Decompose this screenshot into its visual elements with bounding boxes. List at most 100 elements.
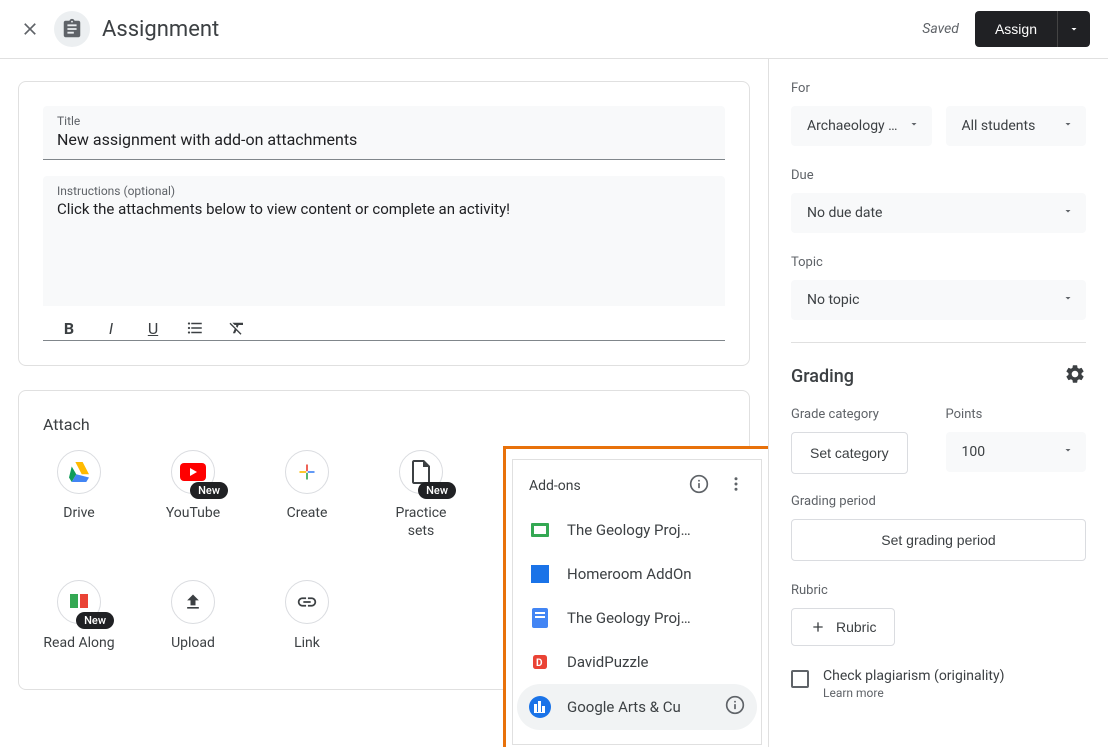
assignment-icon <box>54 11 90 47</box>
addon-item[interactable]: The Geology Proj… <box>513 508 761 552</box>
grading-period-label: Grading period <box>791 494 1086 509</box>
addon-name: The Geology Proj… <box>567 609 691 627</box>
plagiarism-label: Check plagiarism (originality) <box>823 668 1004 684</box>
set-category-button[interactable]: Set category <box>791 432 908 474</box>
addon-item[interactable]: The Geology Proj… <box>513 596 761 640</box>
read-along-icon: New <box>57 580 101 624</box>
new-badge: New <box>418 482 456 499</box>
link-icon <box>285 580 329 624</box>
more-icon[interactable] <box>727 475 745 497</box>
left-panel: Title New assignment with add-on attachm… <box>0 59 768 747</box>
attach-label-text: Create <box>287 504 328 522</box>
attach-label-text: Drive <box>63 504 94 522</box>
rubric-label: Rubric <box>791 583 1086 598</box>
bullet-list-button[interactable] <box>183 316 207 340</box>
addon-app-icon <box>529 607 551 629</box>
topic-value: No topic <box>807 292 859 308</box>
addon-name: DavidPuzzle <box>567 653 648 671</box>
addons-title: Add-ons <box>529 478 581 494</box>
attach-label-text: Read Along <box>43 634 114 652</box>
attach-read-along[interactable]: New Read Along <box>43 580 115 652</box>
italic-button[interactable]: I <box>99 316 123 340</box>
class-select[interactable]: Archaeology … <box>791 106 932 146</box>
instructions-label: Instructions (optional) <box>57 184 711 198</box>
caret-down-icon <box>908 118 920 134</box>
topic-label: Topic <box>791 255 1086 270</box>
attach-label-text: Link <box>294 634 320 652</box>
points-label: Points <box>946 407 1087 422</box>
topic-select[interactable]: No topic <box>791 280 1086 320</box>
attach-youtube[interactable]: New YouTube <box>157 450 229 540</box>
underline-button[interactable]: U <box>141 316 165 340</box>
svg-text:D: D <box>536 658 543 669</box>
attach-label-text: YouTube <box>166 504 220 522</box>
title-value: New assignment with add-on attachments <box>57 130 711 149</box>
addon-app-icon <box>529 563 551 585</box>
students-select[interactable]: All students <box>946 106 1087 146</box>
title-field[interactable]: Title New assignment with add-on attachm… <box>43 106 725 160</box>
caret-down-icon <box>1062 118 1074 134</box>
new-badge: New <box>190 482 228 499</box>
points-select[interactable]: 100 <box>946 432 1087 472</box>
attach-upload[interactable]: Upload <box>157 580 229 652</box>
rubric-button-label: Rubric <box>836 619 876 635</box>
close-button[interactable] <box>18 17 42 41</box>
addon-name: Homeroom AddOn <box>567 565 692 583</box>
settings-icon[interactable] <box>1064 363 1086 389</box>
attach-label: Attach <box>43 415 725 434</box>
caret-down-icon <box>1062 205 1074 221</box>
addon-app-icon <box>529 519 551 541</box>
info-icon[interactable] <box>689 474 709 498</box>
for-label: For <box>791 81 1086 96</box>
youtube-icon: New <box>171 450 215 494</box>
attach-label-text: Upload <box>171 634 215 652</box>
attach-practice-sets[interactable]: New Practice sets <box>385 450 457 540</box>
instructions-field[interactable]: Instructions (optional) Click the attach… <box>43 176 725 306</box>
addons-list[interactable]: The Geology Proj… Homeroom AddOn The Geo… <box>513 508 761 744</box>
addons-panel: Add-ons The Ge <box>503 446 768 747</box>
addon-item-highlighted[interactable]: Google Arts & Cu <box>517 684 757 730</box>
attach-drive[interactable]: Drive <box>43 450 115 540</box>
attach-grid: Drive New YouTube Create <box>43 450 473 653</box>
assign-dropdown-button[interactable] <box>1057 11 1090 47</box>
addon-app-icon: D <box>529 651 551 673</box>
students-value: All students <box>962 118 1036 134</box>
caret-down-icon <box>1062 292 1074 308</box>
addon-name: The Geology Proj… <box>567 521 691 539</box>
addon-name: Google Arts & Cu <box>567 698 709 716</box>
practice-sets-icon: New <box>399 450 443 494</box>
due-select[interactable]: No due date <box>791 193 1086 233</box>
bold-button[interactable]: B <box>57 316 81 340</box>
create-icon <box>285 450 329 494</box>
grading-title: Grading <box>791 366 854 387</box>
grade-category-label: Grade category <box>791 407 932 422</box>
due-value: No due date <box>807 205 882 221</box>
content-card: Title New assignment with add-on attachm… <box>18 81 750 366</box>
page-title: Assignment <box>102 17 219 42</box>
divider <box>791 342 1086 343</box>
plagiarism-checkbox[interactable] <box>791 670 809 688</box>
set-grading-period-button[interactable]: Set grading period <box>791 519 1086 561</box>
attach-link[interactable]: Link <box>271 580 343 652</box>
saved-status: Saved <box>922 21 959 37</box>
assign-button-group: Assign <box>975 11 1090 47</box>
clear-format-button[interactable] <box>225 316 249 340</box>
instructions-value: Click the attachments below to view cont… <box>57 200 711 218</box>
right-panel: For Archaeology … All students Due No du… <box>768 59 1108 747</box>
attach-label-text: Practice sets <box>385 504 457 540</box>
addon-item[interactable]: D DavidPuzzle <box>513 640 761 684</box>
addon-app-icon <box>529 696 551 718</box>
new-badge: New <box>76 612 114 629</box>
addons-header: Add-ons <box>513 460 761 508</box>
info-icon[interactable] <box>725 695 745 719</box>
plus-icon <box>810 619 826 635</box>
title-label: Title <box>57 114 711 128</box>
learn-more-link[interactable]: Learn more <box>823 686 1004 700</box>
format-toolbar: B I U <box>43 306 725 341</box>
addon-item[interactable]: Homeroom AddOn <box>513 552 761 596</box>
upload-icon <box>171 580 215 624</box>
attach-create[interactable]: Create <box>271 450 343 540</box>
rubric-button[interactable]: Rubric <box>791 608 895 646</box>
assign-button[interactable]: Assign <box>975 11 1057 47</box>
points-value: 100 <box>962 444 986 460</box>
